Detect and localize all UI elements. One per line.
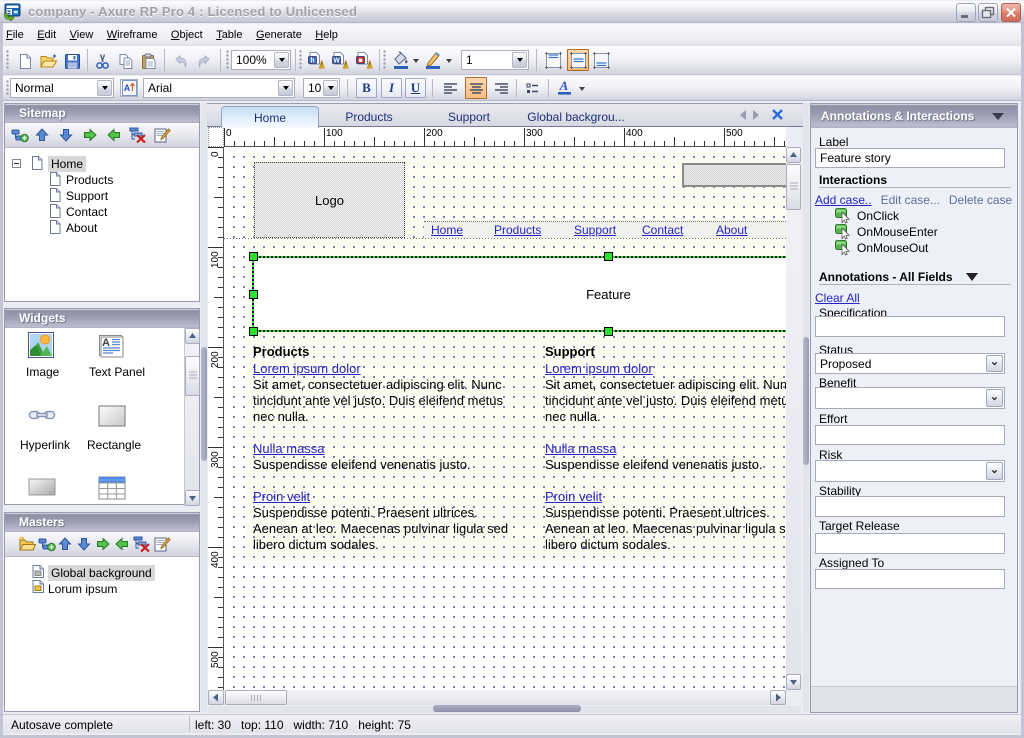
svg-text:!: ! xyxy=(320,63,322,69)
svg-text:W: W xyxy=(333,58,340,65)
svg-text:h: h xyxy=(310,58,314,65)
svg-text:A: A xyxy=(102,337,110,349)
svg-text:!: ! xyxy=(368,63,370,69)
svg-text:A: A xyxy=(559,78,569,93)
svg-text:■: ■ xyxy=(358,58,362,65)
svg-text:!: ! xyxy=(344,63,346,69)
svg-text:A: A xyxy=(123,83,130,93)
